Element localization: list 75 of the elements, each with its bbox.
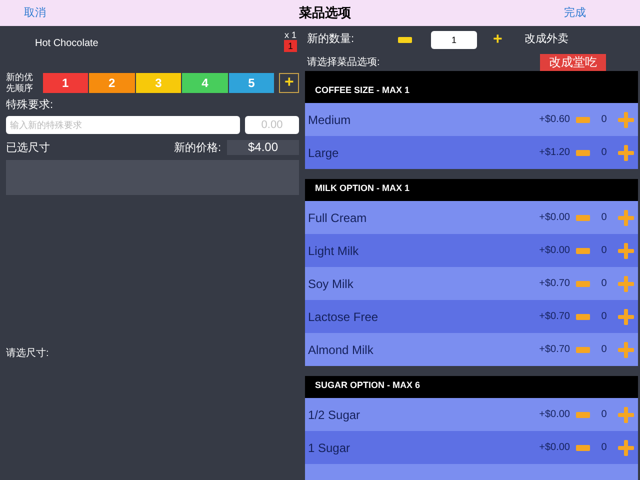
- priority-label: 新的优先顺序: [6, 72, 34, 94]
- quantity-text: x 1: [284, 30, 296, 40]
- minus-icon[interactable]: [398, 36, 412, 42]
- option-row[interactable]: Soy Milk +$0.70 0: [305, 267, 638, 300]
- priority-button[interactable]: 1: [42, 73, 88, 93]
- option-count: 0: [600, 441, 608, 455]
- section-header: MILK OPTION - MAX 1: [305, 179, 638, 201]
- options-label: 请选择菜品选项:: [307, 56, 380, 70]
- quantity-label: 新的数量:: [307, 32, 356, 48]
- plus-icon[interactable]: [618, 440, 634, 456]
- section-header: SUGAR OPTION - MAX 6: [305, 376, 638, 398]
- option-price: +$1.20: [539, 146, 570, 160]
- priority-button[interactable]: 4: [182, 73, 228, 93]
- special-request-label: 特殊要求:: [6, 98, 54, 113]
- option-price: +$0.00: [539, 408, 570, 422]
- option-count: 0: [600, 277, 608, 291]
- plus-icon[interactable]: [618, 406, 634, 422]
- option-row[interactable]: 1/2 Sugar +$0.00 0: [305, 398, 638, 431]
- option-name: Lactose Free: [308, 308, 380, 326]
- option-price: +$0.70: [539, 277, 570, 291]
- add-priority-button[interactable]: +: [279, 73, 300, 93]
- priority-button[interactable]: 2: [89, 73, 135, 93]
- plus-icon[interactable]: [618, 210, 634, 226]
- option-name: Soy Milk: [308, 276, 354, 292]
- option-price: +$0.00: [539, 244, 570, 258]
- done-button[interactable]: 完成: [564, 4, 586, 22]
- option-name: Almond Milk: [308, 342, 374, 358]
- plus-icon[interactable]: [618, 308, 634, 324]
- quantity-badge: 1: [284, 40, 297, 52]
- option-count: 0: [600, 244, 608, 258]
- option-row[interactable]: Full Cream +$0.00 0: [305, 201, 638, 234]
- priority-button[interactable]: 5: [228, 73, 274, 93]
- takeaway-button[interactable]: 改成外卖: [524, 31, 568, 48]
- option-row[interactable]: Lactose Free +$0.70 0: [305, 300, 638, 333]
- option-name: 1/2 Sugar: [308, 406, 362, 424]
- plus-icon[interactable]: [618, 242, 634, 258]
- quantity-field[interactable]: 1: [431, 30, 477, 48]
- choose-size-label: 请选尺寸:: [6, 346, 50, 361]
- plus-icon[interactable]: [618, 276, 634, 292]
- option-price: +$0.60: [539, 113, 570, 127]
- section-header: COFFEE SIZE - MAX 1: [305, 71, 638, 103]
- special-request-field[interactable]: 输入新的特殊要求: [6, 116, 240, 134]
- option-name: Large: [308, 144, 340, 162]
- item-name: Hot Chocolate: [35, 37, 98, 51]
- option-row[interactable]: Light Milk +$0.00 0: [305, 234, 638, 267]
- page-title: 菜品选项: [299, 4, 351, 22]
- option-row[interactable]: 1 Sugar +$0.00 0: [305, 431, 638, 464]
- option-price: +$0.70: [539, 310, 570, 324]
- selected-size-label: 已选尺寸: [6, 140, 50, 156]
- option-name: Full Cream: [308, 210, 368, 226]
- dine-in-button[interactable]: 改成堂吃: [540, 54, 606, 70]
- option-name: Medium: [308, 112, 352, 128]
- option-name: 1 Sugar: [308, 440, 352, 456]
- option-price: +$0.00: [539, 441, 570, 455]
- plus-icon[interactable]: [618, 144, 634, 160]
- option-name: Light Milk: [308, 242, 360, 260]
- new-price-label: 新的价格:: [174, 140, 221, 156]
- option-count: 0: [600, 310, 608, 324]
- cancel-button[interactable]: 取消: [24, 4, 46, 22]
- new-price-value: $4.00: [227, 140, 299, 156]
- increase-button[interactable]: +: [493, 28, 502, 52]
- plus-icon[interactable]: [618, 112, 634, 128]
- option-count: 0: [600, 211, 608, 225]
- option-row[interactable]: Large +$1.20 0: [305, 136, 638, 169]
- option-row[interactable]: Medium +$0.60 0: [305, 103, 638, 136]
- option-count: 0: [600, 408, 608, 422]
- decrease-button[interactable]: [395, 36, 415, 42]
- plus-icon[interactable]: [618, 342, 634, 358]
- option-count: 0: [600, 343, 608, 357]
- option-price: +$0.70: [539, 343, 570, 357]
- option-count: 0: [600, 113, 608, 127]
- option-price: +$0.00: [539, 211, 570, 225]
- option-count: 0: [600, 146, 608, 160]
- price-field[interactable]: 0.00: [245, 116, 299, 134]
- option-row[interactable]: Almond Milk +$0.70 0: [305, 333, 638, 366]
